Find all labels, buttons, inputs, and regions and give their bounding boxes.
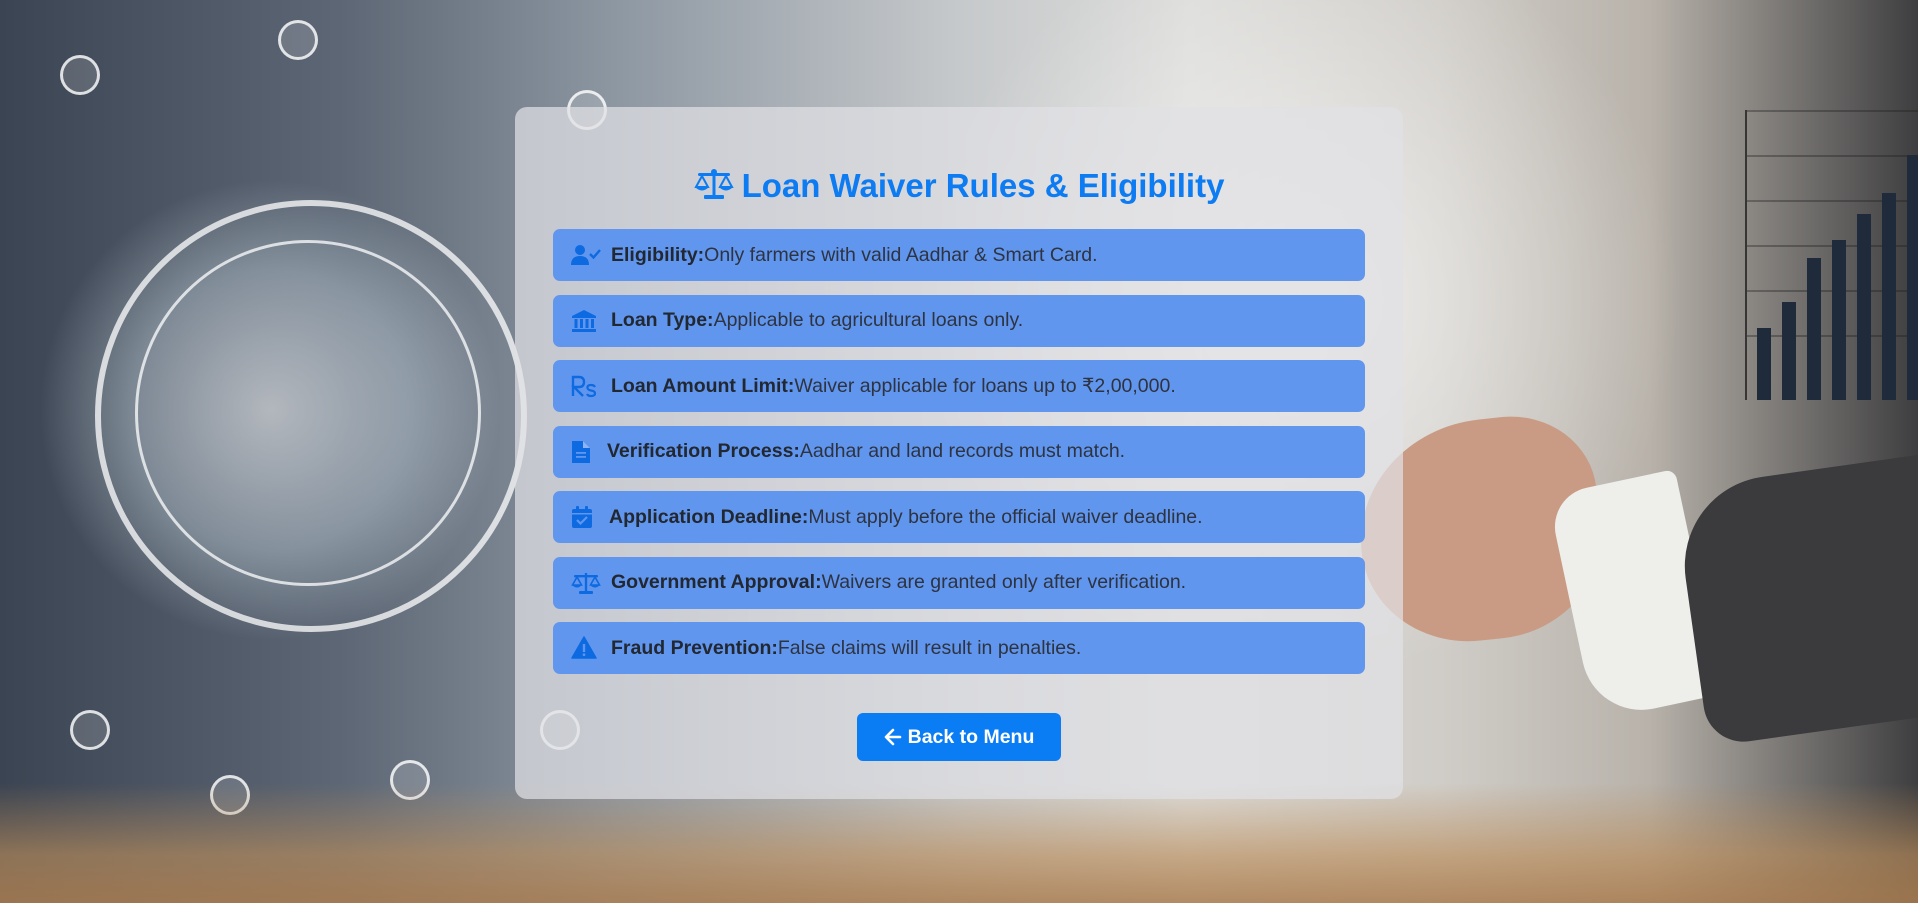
back-to-menu-button[interactable]: Back to Menu	[857, 713, 1061, 761]
rule-text: Aadhar and land records must match.	[799, 440, 1126, 462]
rule-item-verification-process: Verification Process: Aadhar and land re…	[553, 425, 1365, 478]
background-ring-inner	[135, 240, 481, 586]
background-suit	[1673, 453, 1918, 747]
rule-text: Must apply before the official waiver de…	[808, 505, 1203, 528]
rule-text: Waiver applicable for loans up to ₹2,00,…	[794, 375, 1176, 397]
rule-label: Loan Type:	[611, 309, 714, 331]
rule-item-eligibility: Eligibility: Only farmers with valid Aad…	[553, 229, 1365, 281]
back-to-menu-label: Back to Menu	[907, 725, 1035, 748]
rule-item-fraud-prevention: Fraud Prevention: False claims will resu…	[553, 622, 1365, 674]
scale-balance-icon	[693, 167, 734, 209]
rule-item-loan-amount-limit: Loan Amount Limit: Waiver applicable for…	[553, 360, 1365, 412]
page-title-text: Loan Waiver Rules & Eligibility	[741, 167, 1225, 204]
rule-item-application-deadline: Application Deadline: Must apply before …	[553, 491, 1365, 543]
background-node	[60, 55, 100, 95]
rule-text: False claims will result in penalties.	[777, 636, 1082, 659]
rule-label: Fraud Prevention:	[611, 636, 778, 659]
rule-text: Applicable to agricultural loans only.	[713, 309, 1024, 331]
background-bar-chart	[1745, 110, 1918, 400]
page-title: Loan Waiver Rules & Eligibility	[515, 167, 1403, 209]
background-node	[278, 20, 318, 60]
background-desk	[0, 783, 1918, 903]
rule-label: Verification Process:	[607, 440, 800, 462]
user-check-icon	[571, 242, 601, 268]
arrow-left-icon	[884, 728, 902, 746]
rule-label: Government Approval:	[611, 571, 822, 593]
scale-balance-icon	[571, 570, 601, 596]
warning-icon	[571, 635, 601, 661]
rule-label: Application Deadline:	[609, 505, 809, 528]
background-node	[70, 710, 110, 750]
rule-item-government-approval: Government Approval: Waivers are granted…	[553, 556, 1365, 609]
rules-list: Eligibility: Only farmers with valid Aad…	[553, 229, 1365, 688]
calendar-check-icon	[571, 504, 599, 530]
rupee-icon	[571, 373, 601, 399]
bank-icon	[571, 308, 601, 334]
rule-label: Eligibility:	[611, 243, 705, 266]
rule-item-loan-type: Loan Type: Applicable to agricultural lo…	[553, 294, 1365, 347]
rule-label: Loan Amount Limit:	[611, 374, 795, 397]
rules-card: Loan Waiver Rules & Eligibility Eligibil…	[515, 107, 1403, 799]
rule-text: Waivers are granted only after verificat…	[821, 571, 1187, 593]
rule-text: Only farmers with valid Aadhar & Smart C…	[704, 243, 1098, 266]
document-icon	[571, 439, 597, 465]
